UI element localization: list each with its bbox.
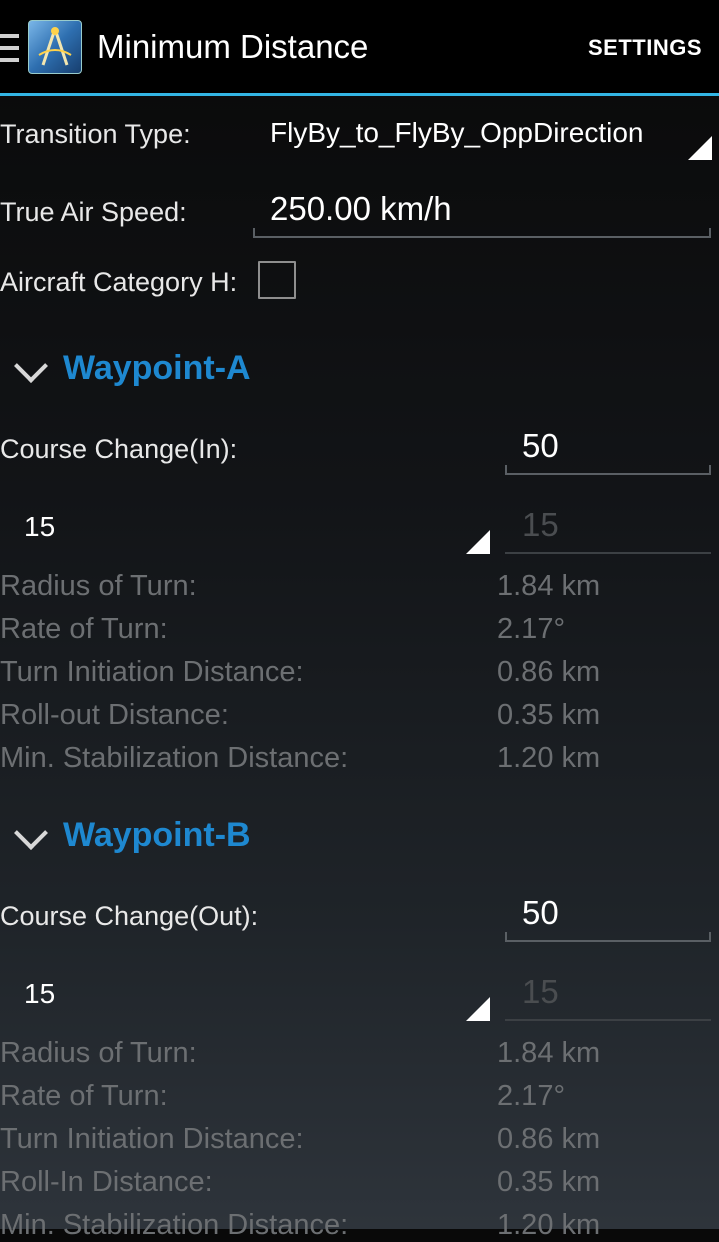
rate-of-turn-label: Rate of Turn:	[0, 1080, 168, 1112]
aircraft-category-label: Aircraft Category H:	[0, 267, 238, 297]
hamburger-icon[interactable]	[0, 34, 19, 62]
bank-angle-field-b: 15	[522, 973, 559, 1010]
bank-angle-field-b-underline	[505, 1019, 711, 1021]
underline-tick-left	[505, 932, 507, 942]
rate-of-turn-label: Rate of Turn:	[0, 613, 168, 645]
course-change-out-label: Course Change(Out):	[0, 901, 259, 931]
course-change-in-input[interactable]: 50	[522, 427, 559, 465]
underline-tick-right	[709, 932, 711, 942]
turn-initiation-distance-value: 0.86 km	[497, 656, 601, 688]
waypoint-b-title[interactable]: Waypoint-B	[63, 816, 251, 855]
roll-in-distance-label: Roll-In Distance:	[0, 1166, 213, 1198]
true-air-speed-label: True Air Speed:	[0, 197, 187, 227]
underline-tick-left	[505, 465, 507, 475]
underline-tick-left	[253, 228, 255, 238]
turn-initiation-distance-label: Turn Initiation Distance:	[0, 1123, 304, 1155]
course-change-out-underline	[505, 940, 711, 942]
bank-angle-field-a-underline	[505, 552, 711, 554]
underline-tick-right	[709, 465, 711, 475]
page-title: Minimum Distance	[97, 28, 369, 65]
rate-of-turn-value: 2.17°	[497, 613, 566, 645]
chevron-down-icon[interactable]	[14, 816, 48, 850]
course-change-out-input[interactable]: 50	[522, 894, 559, 932]
roll-out-distance-value: 0.35 km	[497, 699, 601, 731]
waypoint-a-title[interactable]: Waypoint-A	[63, 349, 251, 388]
chevron-down-icon[interactable]	[14, 349, 48, 383]
app-compass-icon[interactable]	[28, 20, 82, 74]
underline-tick-right	[709, 228, 711, 238]
min-stabilization-distance-label: Min. Stabilization Distance:	[0, 1209, 349, 1241]
spinner-corner-icon	[466, 530, 490, 554]
aircraft-category-checkbox[interactable]	[258, 261, 296, 299]
spinner-corner-icon	[688, 136, 712, 160]
min-stabilization-distance-value: 1.20 km	[497, 1209, 601, 1241]
radius-of-turn-label: Radius of Turn:	[0, 1037, 197, 1069]
roll-in-distance-value: 0.35 km	[497, 1166, 601, 1198]
true-air-speed-underline	[253, 236, 711, 238]
bank-angle-spinner-a[interactable]: 15	[24, 511, 55, 543]
min-stabilization-distance-label: Min. Stabilization Distance:	[0, 742, 349, 774]
bank-angle-field-a: 15	[522, 506, 559, 543]
bank-angle-spinner-b[interactable]: 15	[24, 978, 55, 1010]
roll-out-distance-label: Roll-out Distance:	[0, 699, 229, 731]
transition-type-label: Transition Type:	[0, 119, 191, 149]
course-change-in-underline	[505, 473, 711, 475]
transition-type-spinner[interactable]: FlyBy_to_FlyBy_OppDirection	[270, 117, 670, 149]
spinner-corner-icon	[466, 997, 490, 1021]
radius-of-turn-value: 1.84 km	[497, 570, 601, 602]
true-air-speed-input[interactable]: 250.00 km/h	[270, 190, 452, 228]
action-bar: Minimum Distance SETTINGS	[0, 0, 719, 93]
rate-of-turn-value: 2.17°	[497, 1080, 566, 1112]
action-bar-divider	[0, 93, 719, 96]
settings-button[interactable]: SETTINGS	[588, 35, 702, 61]
course-change-in-label: Course Change(In):	[0, 434, 238, 464]
min-stabilization-distance-value: 1.20 km	[497, 742, 601, 774]
turn-initiation-distance-value: 0.86 km	[497, 1123, 601, 1155]
radius-of-turn-value: 1.84 km	[497, 1037, 601, 1069]
radius-of-turn-label: Radius of Turn:	[0, 570, 197, 602]
turn-initiation-distance-label: Turn Initiation Distance:	[0, 656, 304, 688]
